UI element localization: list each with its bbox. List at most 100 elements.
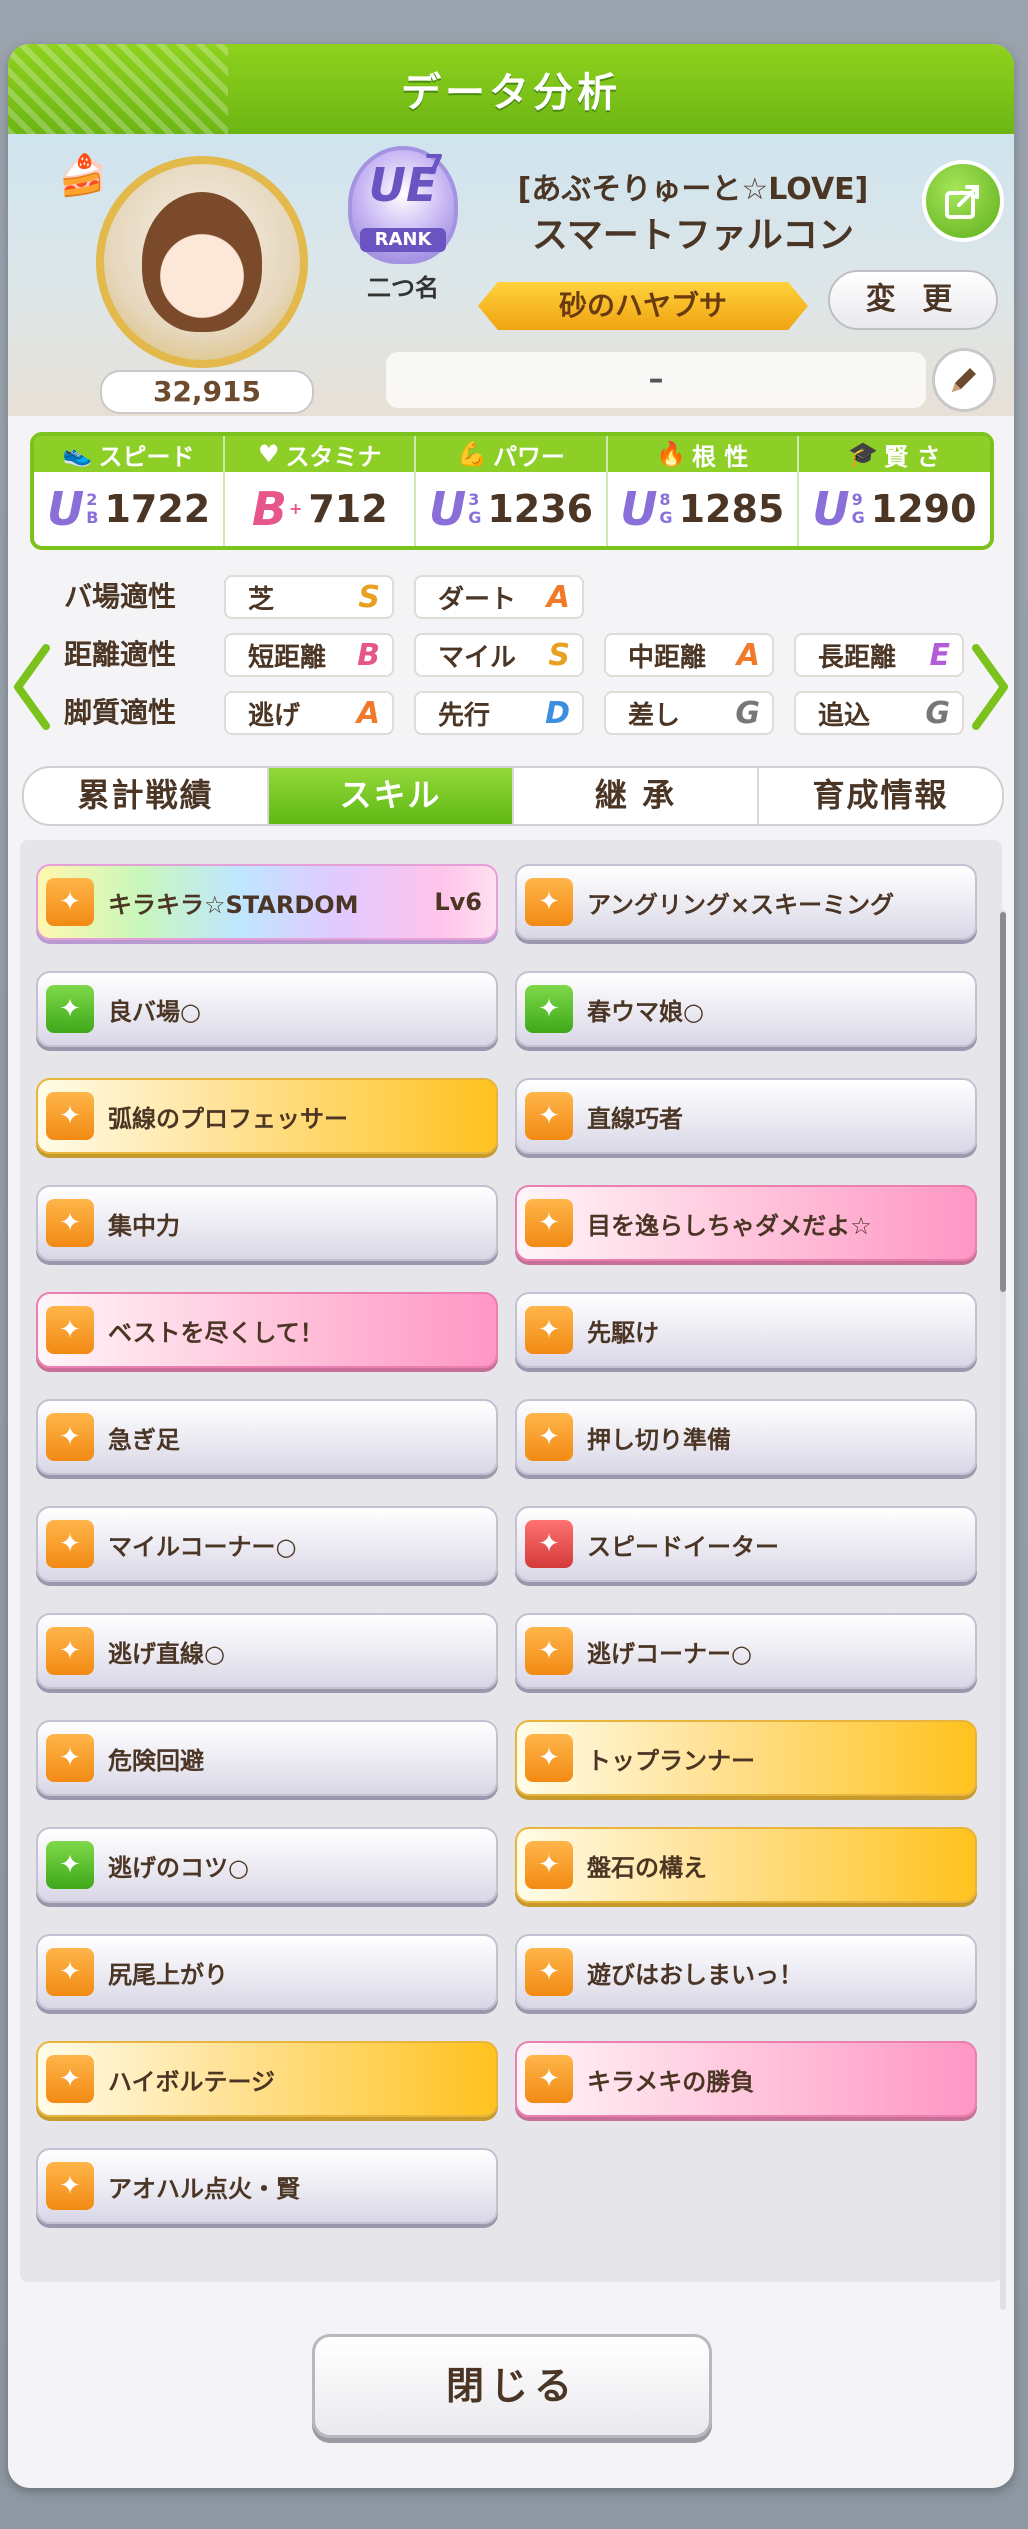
chip-grade: E	[929, 637, 951, 673]
rank-badge: 7 UE RANK	[348, 146, 458, 264]
profile-section: 🍰 32,915 7 UE RANK 二つ名 [あぶそりゅーと☆LOVE] スマ…	[8, 134, 1014, 416]
skill-name: 先駆け	[587, 1318, 659, 1347]
rank-label: RANK	[360, 228, 446, 252]
skill-level: Lv6	[434, 888, 482, 916]
aptitude-chip: 追込 G	[794, 691, 964, 735]
skill-card[interactable]: ✦ 急ぎ足	[36, 1399, 498, 1475]
skill-icon: ✦	[46, 1948, 94, 1996]
chip-name: 先行	[438, 700, 491, 731]
skill-name: スピードイーター	[587, 1532, 779, 1561]
aptitude-chip: マイル S	[414, 633, 584, 677]
skill-name: ハイボルテージ	[108, 2067, 276, 2096]
skill-card[interactable]: ✦ 逃げ直線○	[36, 1613, 498, 1689]
skill-card[interactable]: ✦ 先駆け	[515, 1292, 977, 1368]
stat-grade: U	[812, 482, 850, 536]
subgrade-bottom: G	[851, 508, 865, 527]
stat-subgrade: 2B	[86, 491, 98, 527]
skill-card[interactable]: ✦ アオハル点火・賢	[36, 2148, 498, 2224]
skill-list: ✦ キラキラ☆STARDOM Lv6 ✦ アングリング×スキーミング ✦ 良バ場○ ✦ 春ウマ娘…	[20, 840, 1002, 2282]
skill-card[interactable]: ✦ 弧線のプロフェッサー	[36, 1078, 498, 1154]
skill-card[interactable]: ✦ ハイボルテージ	[36, 2041, 498, 2117]
skill-icon: ✦	[46, 1841, 94, 1889]
skill-card[interactable]: ✦ 危険回避	[36, 1720, 498, 1796]
tab-training-info[interactable]: 育成情報	[759, 768, 1002, 824]
share-button[interactable]	[922, 160, 1004, 242]
tab-inheritance[interactable]: 継 承	[514, 768, 759, 824]
skill-icon: ✦	[525, 1413, 573, 1461]
skill-card[interactable]: ✦ 押し切り準備	[515, 1399, 977, 1475]
skill-name: 春ウマ娘○	[587, 997, 704, 1026]
skill-card[interactable]: ✦ キラメキの勝負	[515, 2041, 977, 2117]
skill-card[interactable]: ✦ 逃げコーナー○	[515, 1613, 977, 1689]
skill-name: 尻尾上がり	[108, 1960, 228, 1989]
edit-comment-button[interactable]	[932, 348, 996, 412]
skill-card[interactable]: ✦ 春ウマ娘○	[515, 971, 977, 1047]
flame-icon: 🔥	[656, 440, 686, 468]
skill-icon: ✦	[525, 1948, 573, 1996]
stat-subgrade: 8G	[659, 491, 672, 527]
shoe-icon: 👟	[62, 440, 93, 468]
skill-name: ベストを尽くして！	[108, 1318, 324, 1347]
comment-field: –	[386, 352, 926, 408]
heart-icon: ♥	[258, 440, 280, 468]
skill-icon: ✦	[525, 1092, 573, 1140]
stat-wit-body: U 9G 1290	[799, 472, 990, 546]
stat-speed-header: 👟 スピード	[34, 436, 224, 472]
tab-skills[interactable]: スキル	[269, 768, 514, 824]
stat-subgrade: 3G	[468, 491, 481, 527]
skill-card[interactable]: ✦ スピードイーター	[515, 1506, 977, 1582]
skill-name: 逃げコーナー○	[587, 1639, 752, 1668]
skill-card[interactable]: ✦ キラキラ☆STARDOM Lv6	[36, 864, 498, 940]
skill-name: トップランナー	[587, 1746, 755, 1775]
tab-race-record[interactable]: 累計戦績	[24, 768, 269, 824]
chip-name: 差し	[628, 700, 681, 731]
next-arrow-button[interactable]	[968, 632, 1012, 742]
avatar-face	[142, 192, 262, 332]
skill-card[interactable]: ✦ ベストを尽くして！	[36, 1292, 498, 1368]
skill-icon: ✦	[46, 985, 94, 1033]
skill-card[interactable]: ✦ トップランナー	[515, 1720, 977, 1796]
skill-card[interactable]: ✦ 集中力	[36, 1185, 498, 1261]
chip-grade: A	[546, 579, 570, 615]
character-avatar[interactable]	[96, 156, 308, 368]
skill-card[interactable]: ✦ 盤石の構え	[515, 1827, 977, 1903]
skill-name: 目を逸らしちゃダメだよ☆	[587, 1211, 872, 1240]
skill-card[interactable]: ✦ 良バ場○	[36, 971, 498, 1047]
skill-card[interactable]: ✦ 遊びはおしまいっ！	[515, 1934, 977, 2010]
skill-name: 良バ場○	[108, 997, 201, 1026]
chip-name: マイル	[438, 642, 517, 673]
skill-card[interactable]: ✦ アングリング×スキーミング	[515, 864, 977, 940]
change-title-button[interactable]: 変 更	[828, 270, 998, 330]
skill-card[interactable]: ✦ 目を逸らしちゃダメだよ☆	[515, 1185, 977, 1261]
scrollbar-thumb[interactable]	[1000, 912, 1006, 1292]
stat-speed-body: U 2B 1722	[34, 472, 223, 546]
skill-card[interactable]: ✦ マイルコーナー○	[36, 1506, 498, 1582]
chip-name: 芝	[248, 584, 275, 615]
chip-grade: A	[736, 637, 760, 673]
stat-value: 1290	[870, 487, 977, 531]
title-banner: 砂のハヤブサ	[478, 282, 808, 330]
skill-card[interactable]: ✦ 直線巧者	[515, 1078, 977, 1154]
chip-name: 追込	[818, 700, 871, 731]
aptitude-label: バ場適性	[64, 580, 177, 613]
skill-card[interactable]: ✦ 逃げのコツ○	[36, 1827, 498, 1903]
stat-grade: U	[428, 482, 467, 536]
aptitude-chip: 短距離 B	[224, 633, 394, 677]
stat-power: 💪 パワー U 3G 1236	[416, 436, 608, 546]
skill-name: マイルコーナー○	[108, 1532, 297, 1561]
stat-speed: 👟 スピード U 2B 1722	[34, 436, 226, 546]
titlebar-pattern	[8, 44, 228, 134]
chip-grade: S	[548, 637, 570, 673]
aptitude-chip: 芝S	[224, 575, 394, 619]
skill-card[interactable]: ✦ 尻尾上がり	[36, 1934, 498, 2010]
stat-value: 712	[308, 487, 388, 531]
stats-table: 👟 スピード U 2B 1722 ♥ スタミナ B + 712 💪 パワー U 3G …	[30, 432, 994, 550]
skill-name: 危険回避	[108, 1746, 204, 1775]
prev-arrow-button[interactable]	[10, 632, 54, 742]
close-button[interactable]: 閉じる	[312, 2334, 712, 2438]
subgrade-top: 3	[468, 490, 480, 509]
skill-name: アオハル点火・賢	[108, 2174, 300, 2203]
chip-name: 中距離	[628, 642, 707, 673]
stat-label: スタミナ	[285, 442, 382, 471]
skill-name: 遊びはおしまいっ！	[587, 1960, 803, 1989]
